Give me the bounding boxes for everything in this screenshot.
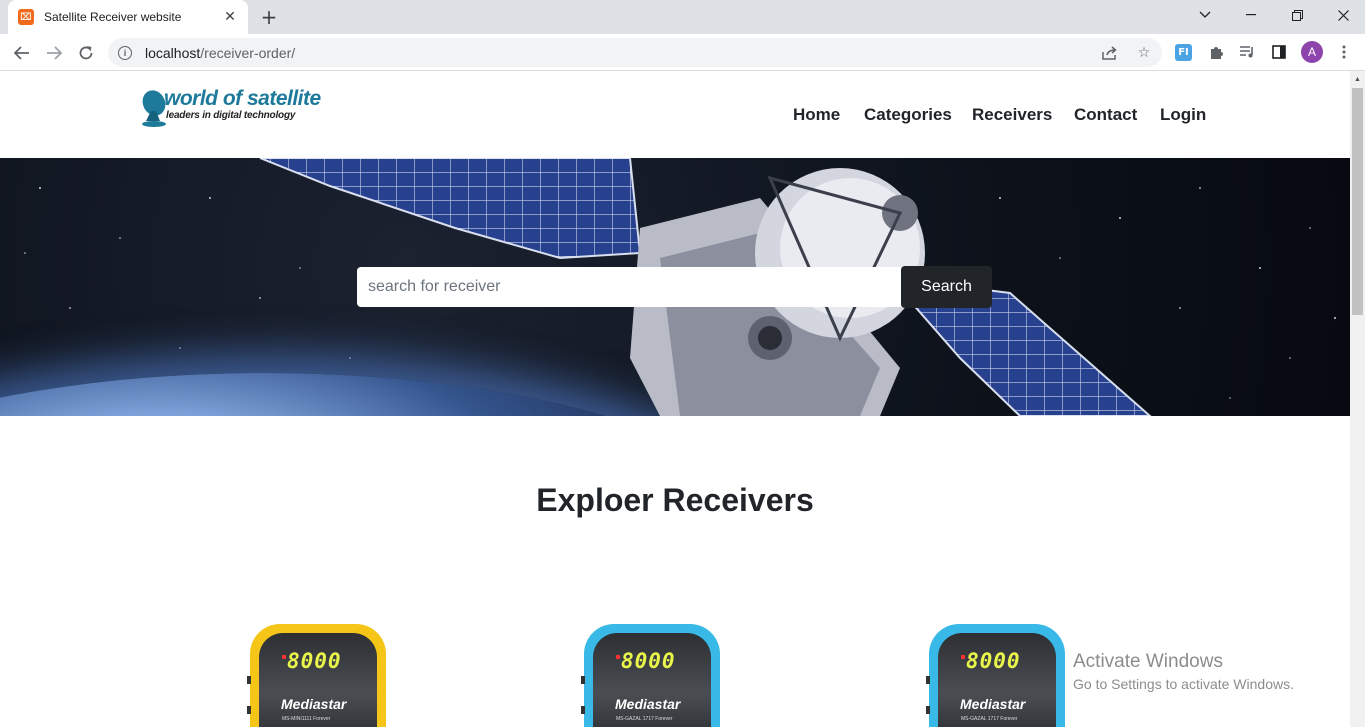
url-path: /receiver-order/ (200, 44, 296, 61)
url-host: localhost (145, 44, 201, 61)
share-icon[interactable] (1101, 44, 1119, 62)
receiver-led (282, 655, 286, 659)
receiver-led (961, 655, 965, 659)
scroll-up-arrow-icon[interactable]: ▲ (1350, 73, 1365, 85)
receiver-brand: Mediastar (281, 696, 347, 712)
browser-toolbar: i localhost/receiver-order/ ☆ FI (0, 34, 1365, 71)
address-bar[interactable]: i localhost/receiver-order/ ☆ (108, 38, 1162, 67)
logo-subtitle: leaders in digital technology (166, 110, 296, 121)
page-scrollbar[interactable]: ▲ (1350, 71, 1365, 727)
receiver-display: 8000 (287, 649, 342, 673)
receiver-brand: Mediastar (960, 696, 1026, 712)
more-icon[interactable] (1334, 42, 1354, 62)
chevron-down-icon[interactable] (1182, 0, 1228, 30)
receiver-model: MS-GAZAL 1717 Forever (961, 716, 1018, 722)
url-text: localhost/receiver-order/ (145, 45, 295, 61)
reload-icon[interactable] (72, 39, 100, 67)
nav-home[interactable]: Home (793, 105, 840, 125)
receiver-search-input[interactable] (357, 267, 901, 307)
receiver-body: 8000 Mediastar MS-GAZAL 1717 Forever (938, 633, 1056, 727)
receiver-notch (247, 676, 251, 684)
hero-banner: Search (0, 158, 1350, 416)
page-viewport: world of satellite leaders in digital te… (0, 71, 1350, 727)
receiver-body: 8000 Mediastar MS-MINI1111 Forever (259, 633, 377, 727)
back-arrow-icon[interactable] (8, 39, 36, 67)
logo-title: world of satellite (164, 87, 321, 110)
receiver-image: 8000 Mediastar MS-MINI1111 Forever (247, 624, 386, 727)
receiver-notch (581, 676, 585, 684)
restore-icon[interactable] (1274, 0, 1320, 30)
receiver-image: 8000 Mediastar MS-GAZAL 1717 Forever (581, 624, 720, 727)
xampp-favicon-icon: ⌧ (18, 9, 34, 25)
receiver-body: 8000 Mediastar MS-GAZAL 1717 Forever (593, 633, 711, 727)
receiver-notch (926, 676, 930, 684)
new-tab-button[interactable]: + (256, 5, 282, 29)
forward-arrow-icon[interactable] (40, 39, 68, 67)
receiver-notch (247, 706, 251, 714)
search-button[interactable]: Search (901, 266, 992, 308)
product-card[interactable]: 8000 Mediastar MS-GAZAL 1717 Forever (926, 558, 1077, 727)
site-header: world of satellite leaders in digital te… (0, 71, 1350, 158)
section-title: Exploer Receivers (536, 482, 814, 518)
receiver-model: MS-GAZAL 1717 Forever (616, 716, 673, 722)
media-icon[interactable] (1237, 42, 1257, 62)
receiver-led (616, 655, 620, 659)
profile-avatar[interactable]: A (1301, 41, 1323, 63)
nav-contact[interactable]: Contact (1074, 105, 1137, 125)
minimize-icon[interactable] (1228, 0, 1274, 30)
star-icon[interactable]: ☆ (1135, 44, 1153, 62)
site-logo[interactable]: world of satellite leaders in digital te… (140, 85, 321, 129)
browser-tab[interactable]: ⌧ Satellite Receiver website ✕ (8, 0, 248, 34)
receiver-image: 8000 Mediastar MS-GAZAL 1717 Forever (926, 624, 1065, 727)
scrollbar-thumb[interactable] (1352, 88, 1363, 315)
receiver-display: 8000 (966, 649, 1021, 673)
tab-close-icon[interactable]: ✕ (222, 9, 238, 25)
extension-fi-icon[interactable]: FI (1175, 44, 1192, 61)
receiver-notch (581, 706, 585, 714)
side-panel-icon[interactable] (1269, 42, 1289, 62)
nav-receivers[interactable]: Receivers (972, 105, 1052, 125)
nav-login[interactable]: Login (1160, 105, 1206, 125)
product-card[interactable]: 8000 Mediastar MS-GAZAL 1717 Forever (581, 558, 732, 727)
receiver-model: MS-MINI1111 Forever (282, 716, 331, 722)
receiver-display: 8000 (621, 649, 676, 673)
receiver-notch (926, 706, 930, 714)
close-icon[interactable] (1320, 0, 1365, 30)
receiver-brand: Mediastar (615, 696, 681, 712)
tab-title: Satellite Receiver website (44, 10, 182, 24)
product-card[interactable]: 8000 Mediastar MS-MINI1111 Forever (247, 558, 398, 727)
browser-tab-bar: ⌧ Satellite Receiver website ✕ + (0, 0, 1365, 34)
info-icon[interactable]: i (118, 45, 132, 60)
nav-categories[interactable]: Categories (864, 105, 952, 125)
puzzle-icon[interactable] (1206, 42, 1226, 62)
